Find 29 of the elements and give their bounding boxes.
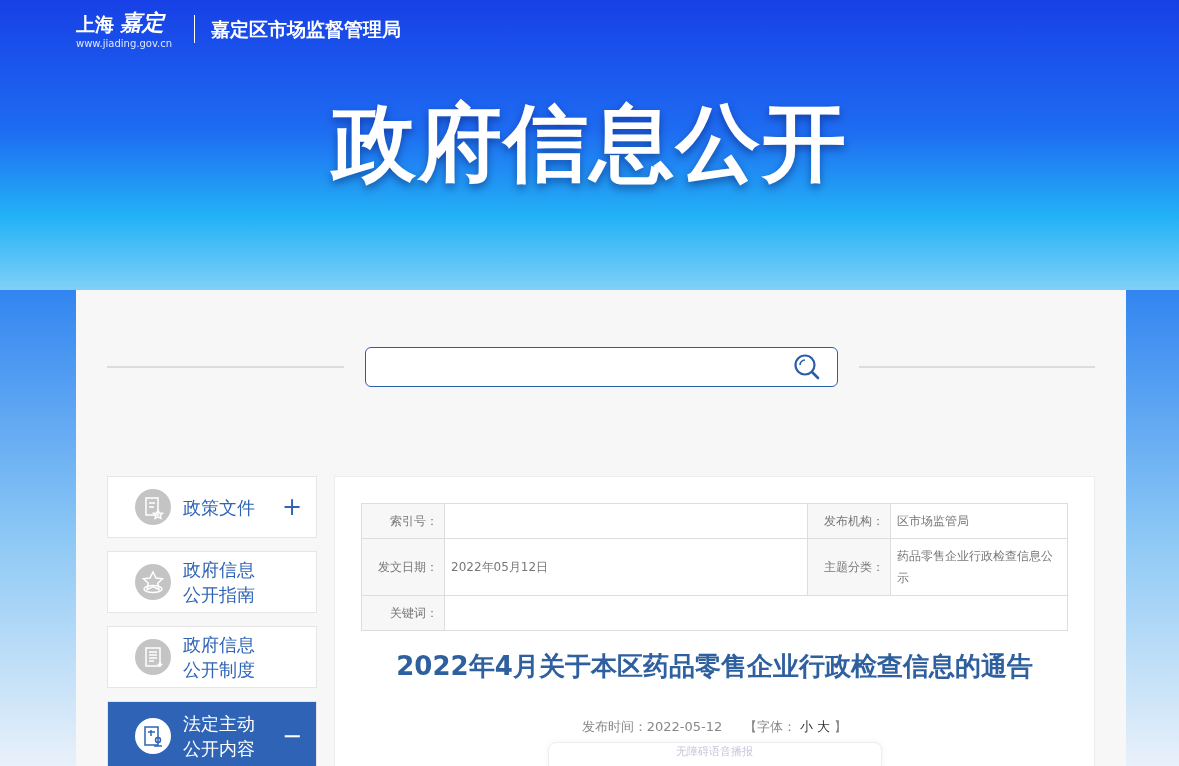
article-title: 2022年4月关于本区药品零售企业行政检查信息的通告 (395, 650, 1034, 683)
font-size-label: 【字体： (744, 718, 797, 736)
field-label: 发布机构： (807, 503, 891, 539)
field-label: 索引号： (361, 503, 445, 539)
field-value: 药品零售企业行政检查信息公示 (890, 538, 1068, 596)
expand-toggle[interactable]: + (281, 493, 302, 521)
field-value: 2022年05月12日 (444, 538, 808, 596)
field-label: 主题分类： (807, 538, 891, 596)
expand-toggle[interactable]: − (281, 722, 302, 750)
search-icon[interactable] (792, 353, 821, 381)
site-title[interactable]: 嘉定区市场监督管理局 (194, 14, 402, 43)
publish-time: 发布时间：2022-05-12 (581, 718, 723, 736)
list-document-icon (135, 639, 171, 675)
field-value: 区市场监管局 (890, 503, 1068, 539)
sidebar-item[interactable]: 政府信息公开制度 (107, 626, 317, 688)
logo-text: 上海 (76, 12, 114, 37)
bracket-text: 】 (834, 718, 848, 736)
field-label: 发文日期： (361, 538, 445, 596)
banner-title: 政府信息公开 (329, 101, 849, 185)
font-large-link[interactable]: 大 (817, 718, 831, 736)
sidebar-item[interactable]: 政策文件 + (107, 476, 317, 538)
search-field[interactable] (364, 347, 838, 387)
certificate-icon (135, 718, 171, 754)
sidebar-item[interactable]: 政府信息公开指南 (107, 551, 317, 613)
font-small-link[interactable]: 小 (800, 718, 814, 736)
field-label: 关键词： (361, 595, 445, 631)
logo-calligraphy: 嘉定 (120, 8, 164, 37)
sidebar-item[interactable]: 法定主动公开内容 − (107, 701, 317, 766)
logo-url: www.jiading.gov.cn (76, 38, 173, 49)
